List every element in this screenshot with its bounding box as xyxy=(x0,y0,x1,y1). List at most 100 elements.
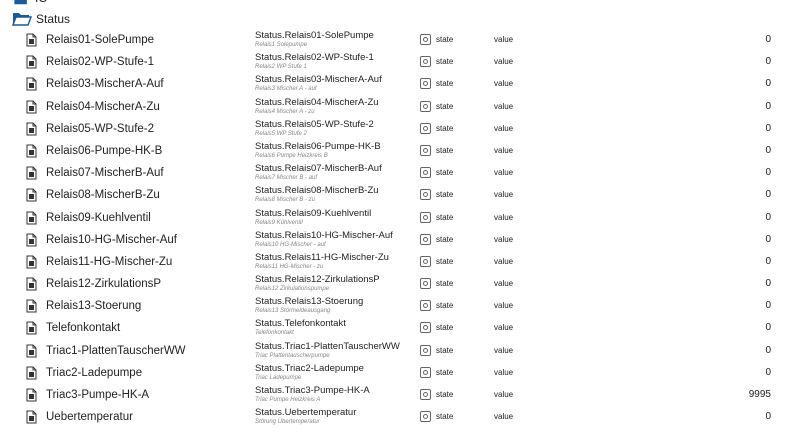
parent-folder-label: IO xyxy=(35,0,48,5)
state-list: Relais01-SolePumpe Status.Relais01-SolePu… xyxy=(0,29,809,428)
state-value[interactable]: 0 xyxy=(700,345,771,356)
state-value[interactable]: 0 xyxy=(700,167,771,178)
state-value[interactable]: 0 xyxy=(700,123,771,134)
state-value[interactable]: 0 xyxy=(700,34,771,45)
state-id: Status.Telefonkontakt xyxy=(255,318,346,330)
state-row[interactable]: Triac2-Ladepumpe Status.Triac2-Ladepumpe T… xyxy=(0,362,809,384)
state-role: state xyxy=(436,123,454,133)
state-id: Status.Relais01-SolePumpe xyxy=(255,30,374,41)
state-row[interactable]: Relais11-HG-Mischer-Zu Status.Relais11-HG… xyxy=(0,251,809,273)
document-icon xyxy=(26,277,37,291)
state-role: state xyxy=(436,212,454,222)
folder-open-icon xyxy=(12,13,32,26)
state-id: Status.Relais12-ZirkulationsP xyxy=(255,274,380,286)
state-row[interactable]: Relais13-Stoerung Status.Relais13-Stoerun… xyxy=(0,295,809,317)
state-row[interactable]: Relais07-MischerB-Auf Status.Relais07-Mis… xyxy=(0,162,809,184)
state-row[interactable]: Relais03-MischerA-Auf Status.Relais03-Mis… xyxy=(0,73,809,95)
state-name: Relais12-ZirkulationsP xyxy=(46,278,162,291)
state-description: Telefonkontakt xyxy=(255,330,294,337)
state-row[interactable]: Relais06-Pumpe-HK-B Status.Relais06-Pumpe… xyxy=(0,140,809,162)
state-name: Relais10-HG-Mischer-Auf xyxy=(46,233,178,246)
state-name: Triac2-Ladepumpe xyxy=(46,366,143,379)
state-role: state xyxy=(436,168,454,178)
document-icon xyxy=(26,100,37,114)
state-name: Relais09-Kuehlventil xyxy=(46,211,151,224)
state-value[interactable]: 0 xyxy=(700,300,771,311)
document-icon xyxy=(26,77,37,91)
document-icon xyxy=(26,211,37,224)
state-name: Telefonkontakt xyxy=(46,322,121,335)
state-value[interactable]: 0 xyxy=(700,212,771,223)
state-id: Status.Relais11-HG-Mischer-Zu xyxy=(255,251,389,263)
state-value[interactable]: 0 xyxy=(700,234,771,245)
state-row[interactable]: Relais08-MischerB-Zu Status.Relais08-Misc… xyxy=(0,184,809,206)
state-role: state xyxy=(436,57,454,67)
document-icon xyxy=(26,255,37,269)
state-row[interactable]: Triac1-PlattenTauscherWW Status.Triac1-Pl… xyxy=(0,340,809,362)
state-name: Relais06-Pumpe-HK-B xyxy=(46,144,163,157)
state-type: value xyxy=(494,123,514,133)
document-icon xyxy=(26,410,37,424)
state-value[interactable]: 0 xyxy=(700,189,771,200)
state-description: Relais9 Kühlventil xyxy=(255,219,303,226)
state-id: Status.Relais07-MischerB-Auf xyxy=(255,163,382,175)
state-type: value xyxy=(494,168,514,178)
state-value[interactable]: 0 xyxy=(700,56,771,67)
document-icon xyxy=(26,144,37,158)
document-icon xyxy=(26,366,37,380)
state-type: value xyxy=(494,190,514,200)
state-row[interactable]: Uebertemperatur Status.Uebertemperatur Stö… xyxy=(0,406,809,428)
state-name: Relais13-Stoerung xyxy=(46,300,142,313)
state-role: state xyxy=(436,101,454,111)
state-row[interactable]: Relais05-WP-Stufe-2 Status.Relais05-WP-St… xyxy=(0,118,809,140)
state-value[interactable]: 0 xyxy=(700,278,771,289)
state-row[interactable]: Relais02-WP-Stufe-1 Status.Relais02-WP-St… xyxy=(0,51,809,73)
role-state-icon xyxy=(420,189,431,201)
state-description: Relais6 Pumpe Heizkreis B xyxy=(255,152,328,159)
role-state-icon xyxy=(420,389,431,400)
state-id: Status.Uebertemperatur xyxy=(255,407,357,419)
state-id: Status.Relais02-WP-Stufe-1 xyxy=(255,52,374,64)
state-id: Status.Relais03-MischerA-Auf xyxy=(255,74,382,86)
state-value[interactable]: 0 xyxy=(700,256,771,267)
state-value[interactable]: 9995 xyxy=(700,389,771,400)
state-row[interactable]: Relais09-Kuehlventil Status.Relais09-Kueh… xyxy=(0,207,809,229)
role-state-icon xyxy=(420,366,431,378)
document-icon xyxy=(26,344,37,358)
document-icon xyxy=(26,55,37,69)
state-description: Störung Übertemperatur xyxy=(255,419,320,426)
parent-folder-row[interactable]: IO xyxy=(0,0,809,6)
state-value[interactable]: 0 xyxy=(700,145,771,156)
role-state-icon xyxy=(420,300,431,312)
state-role: state xyxy=(436,256,454,266)
state-type: value xyxy=(494,301,514,311)
state-description: Relais12 Zirkulationspumpe xyxy=(255,286,330,293)
state-value[interactable]: 0 xyxy=(700,101,771,112)
state-type: value xyxy=(494,412,514,422)
status-folder-row[interactable]: Status xyxy=(0,10,809,28)
state-description: Relais2 WP Stufe 1 xyxy=(255,64,307,71)
state-value[interactable]: 0 xyxy=(700,367,771,378)
state-description: Triac Plattentauscherpumpe xyxy=(255,352,330,359)
state-value[interactable]: 0 xyxy=(700,411,771,422)
state-name: Relais05-WP-Stufe-2 xyxy=(46,122,155,135)
state-value[interactable]: 0 xyxy=(700,78,771,89)
state-row[interactable]: Relais12-ZirkulationsP Status.Relais12-Zi… xyxy=(0,273,809,295)
state-type: value xyxy=(494,212,514,222)
state-row[interactable]: Relais10-HG-Mischer-Auf Status.Relais10-H… xyxy=(0,229,809,251)
state-row[interactable]: Triac3-Pumpe-HK-A Status.Triac3-Pumpe-HK-… xyxy=(0,384,809,406)
role-state-icon xyxy=(420,322,431,334)
state-description: Relais1 Solepumpe xyxy=(255,42,308,48)
document-icon xyxy=(26,321,37,335)
state-id: Status.Relais04-MischerA-Zu xyxy=(255,96,379,108)
state-type: value xyxy=(494,390,514,399)
state-description: Relais5 WP Stufe 2 xyxy=(255,130,307,137)
state-row[interactable]: Telefonkontakt Status.Telefonkontakt Telef… xyxy=(0,317,809,339)
state-row[interactable]: Relais01-SolePumpe Status.Relais01-SolePu… xyxy=(0,29,809,51)
state-type: value xyxy=(494,279,514,289)
state-type: value xyxy=(494,145,514,155)
state-row[interactable]: Relais04-MischerA-Zu Status.Relais04-Misc… xyxy=(0,96,809,118)
state-value[interactable]: 0 xyxy=(700,322,771,333)
state-id: Status.Triac1-PlattenTauscherWW xyxy=(255,340,400,352)
role-state-icon xyxy=(420,167,431,179)
